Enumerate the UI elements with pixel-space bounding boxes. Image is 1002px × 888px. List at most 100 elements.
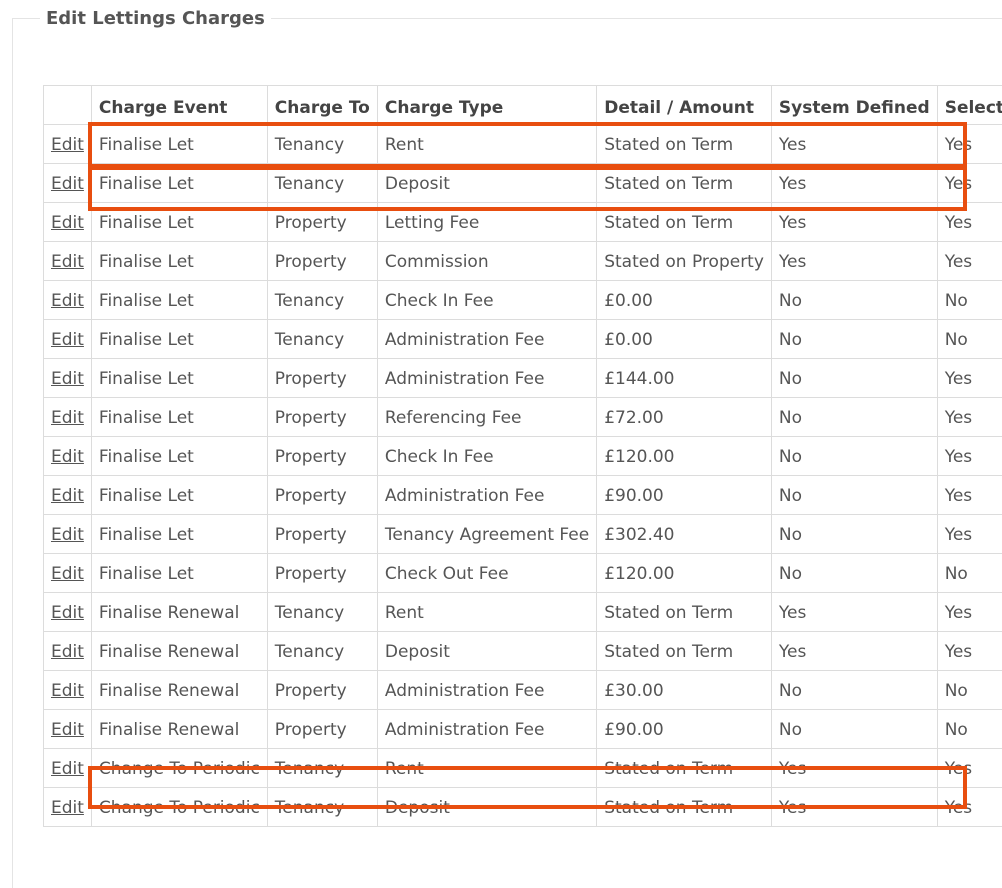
edit-link[interactable]: Edit [51,213,84,233]
table-row: EditChange To PeriodicTenancyDepositStat… [44,788,1002,827]
edit-link[interactable]: Edit [51,291,84,311]
cell-detail-amount: Stated on Term [597,125,772,164]
cell-charge-to: Tenancy [267,788,377,827]
cell-edit: Edit [44,515,92,554]
cell-detail-amount: Stated on Term [597,788,772,827]
cell-charge-event: Change To Periodic [91,788,267,827]
table-row: Edit Finalise LetPropertyTenancy Agreemen… [44,515,1002,554]
edit-link[interactable]: Edit [51,135,84,155]
cell-system-defined: No [771,320,937,359]
cell-charge-type: Referencing Fee [377,398,596,437]
edit-link[interactable]: Edit [51,681,84,701]
cell-selected: Yes [937,125,1002,164]
cell-selected: No [937,320,1002,359]
cell-detail-amount: £90.00 [597,710,772,749]
cell-system-defined: No [771,359,937,398]
edit-link[interactable]: Edit [51,759,84,779]
cell-charge-to: Tenancy [267,749,377,788]
cell-selected: No [937,281,1002,320]
cell-detail-amount: £30.00 [597,671,772,710]
edit-link[interactable]: Edit [51,369,84,389]
table-row: EditFinalise LetTenancyDepositStated on … [44,164,1002,203]
cell-charge-type: Rent [377,749,596,788]
edit-link[interactable]: Edit [51,408,84,428]
cell-charge-to: Property [267,476,377,515]
cell-charge-type: Tenancy Agreement Fee [377,515,596,554]
cell-selected: Yes [937,359,1002,398]
cell-charge-to: Property [267,203,377,242]
edit-link[interactable]: Edit [51,798,84,818]
cell-system-defined: No [771,710,937,749]
cell-edit: Edit [44,710,92,749]
edit-link[interactable]: Edit [51,720,84,740]
edit-link[interactable]: Edit [51,642,84,662]
cell-selected: Yes [937,437,1002,476]
table-row: EditFinalise LetPropertyCommissionStated… [44,242,1002,281]
cell-charge-event: Finalise Let [91,515,267,554]
cell-charge-type: Administration Fee [377,671,596,710]
cell-charge-event: Finalise Let [91,437,267,476]
cell-charge-event: Finalise Let [91,281,267,320]
table-row: EditFinalise LetPropertyCheck Out Fee£12… [44,554,1002,593]
cell-system-defined: Yes [771,593,937,632]
cell-system-defined: Yes [771,242,937,281]
cell-edit: Edit [44,203,92,242]
cell-charge-to: Property [267,554,377,593]
cell-edit: Edit [44,632,92,671]
cell-charge-event: Finalise Renewal [91,671,267,710]
table-row: EditFinalise LetTenancyRentStated on Ter… [44,125,1002,164]
edit-link[interactable]: Edit [51,330,84,350]
cell-system-defined: Yes [771,125,937,164]
cell-charge-type: Check In Fee [377,437,596,476]
cell-detail-amount: £120.00 [597,554,772,593]
cell-selected: Yes [937,593,1002,632]
cell-charge-type: Rent [377,125,596,164]
edit-link[interactable]: Edit [51,603,84,623]
cell-selected: Yes [937,398,1002,437]
table-header-row: Charge Event Charge To Charge Type Detai… [44,86,1002,125]
edit-link[interactable]: Edit [51,486,84,506]
cell-charge-to: Tenancy [267,593,377,632]
cell-system-defined: Yes [771,164,937,203]
cell-detail-amount: £302.40 [597,515,772,554]
header-detail-amount: Detail / Amount [597,86,772,125]
cell-edit: Edit [44,398,92,437]
cell-system-defined: Yes [771,632,937,671]
cell-system-defined: No [771,671,937,710]
cell-edit: Edit [44,437,92,476]
cell-system-defined: No [771,398,937,437]
cell-detail-amount: Stated on Term [597,632,772,671]
cell-selected: Yes [937,749,1002,788]
header-system-defined: System Defined [771,86,937,125]
edit-link[interactable]: Edit [51,564,84,584]
edit-link[interactable]: Edit [51,174,84,194]
cell-edit: Edit [44,554,92,593]
cell-charge-event: Finalise Let [91,125,267,164]
cell-charge-to: Property [267,671,377,710]
cell-edit: Edit [44,476,92,515]
cell-charge-event: Finalise Let [91,476,267,515]
cell-edit: Edit [44,242,92,281]
table-row: EditFinalise RenewalTenancyRentStated on… [44,593,1002,632]
cell-edit: Edit [44,320,92,359]
cell-detail-amount: £72.00 [597,398,772,437]
edit-link[interactable]: Edit [51,447,84,467]
cell-selected: Yes [937,203,1002,242]
table-row: EditFinalise RenewalTenancyDepositStated… [44,632,1002,671]
edit-link[interactable]: Edit [51,525,84,545]
edit-link[interactable]: Edit [51,252,84,272]
cell-charge-type: Rent [377,593,596,632]
cell-detail-amount: £120.00 [597,437,772,476]
section-title: Edit Lettings Charges [40,7,271,31]
table-row: EditFinalise LetPropertyReferencing Fee£… [44,398,1002,437]
cell-charge-type: Check In Fee [377,281,596,320]
cell-system-defined: No [771,554,937,593]
cell-detail-amount: £90.00 [597,476,772,515]
cell-system-defined: Yes [771,749,937,788]
cell-charge-to: Property [267,515,377,554]
cell-selected: Yes [937,164,1002,203]
cell-charge-type: Deposit [377,632,596,671]
cell-charge-type: Check Out Fee [377,554,596,593]
cell-charge-type: Administration Fee [377,476,596,515]
cell-selected: No [937,710,1002,749]
